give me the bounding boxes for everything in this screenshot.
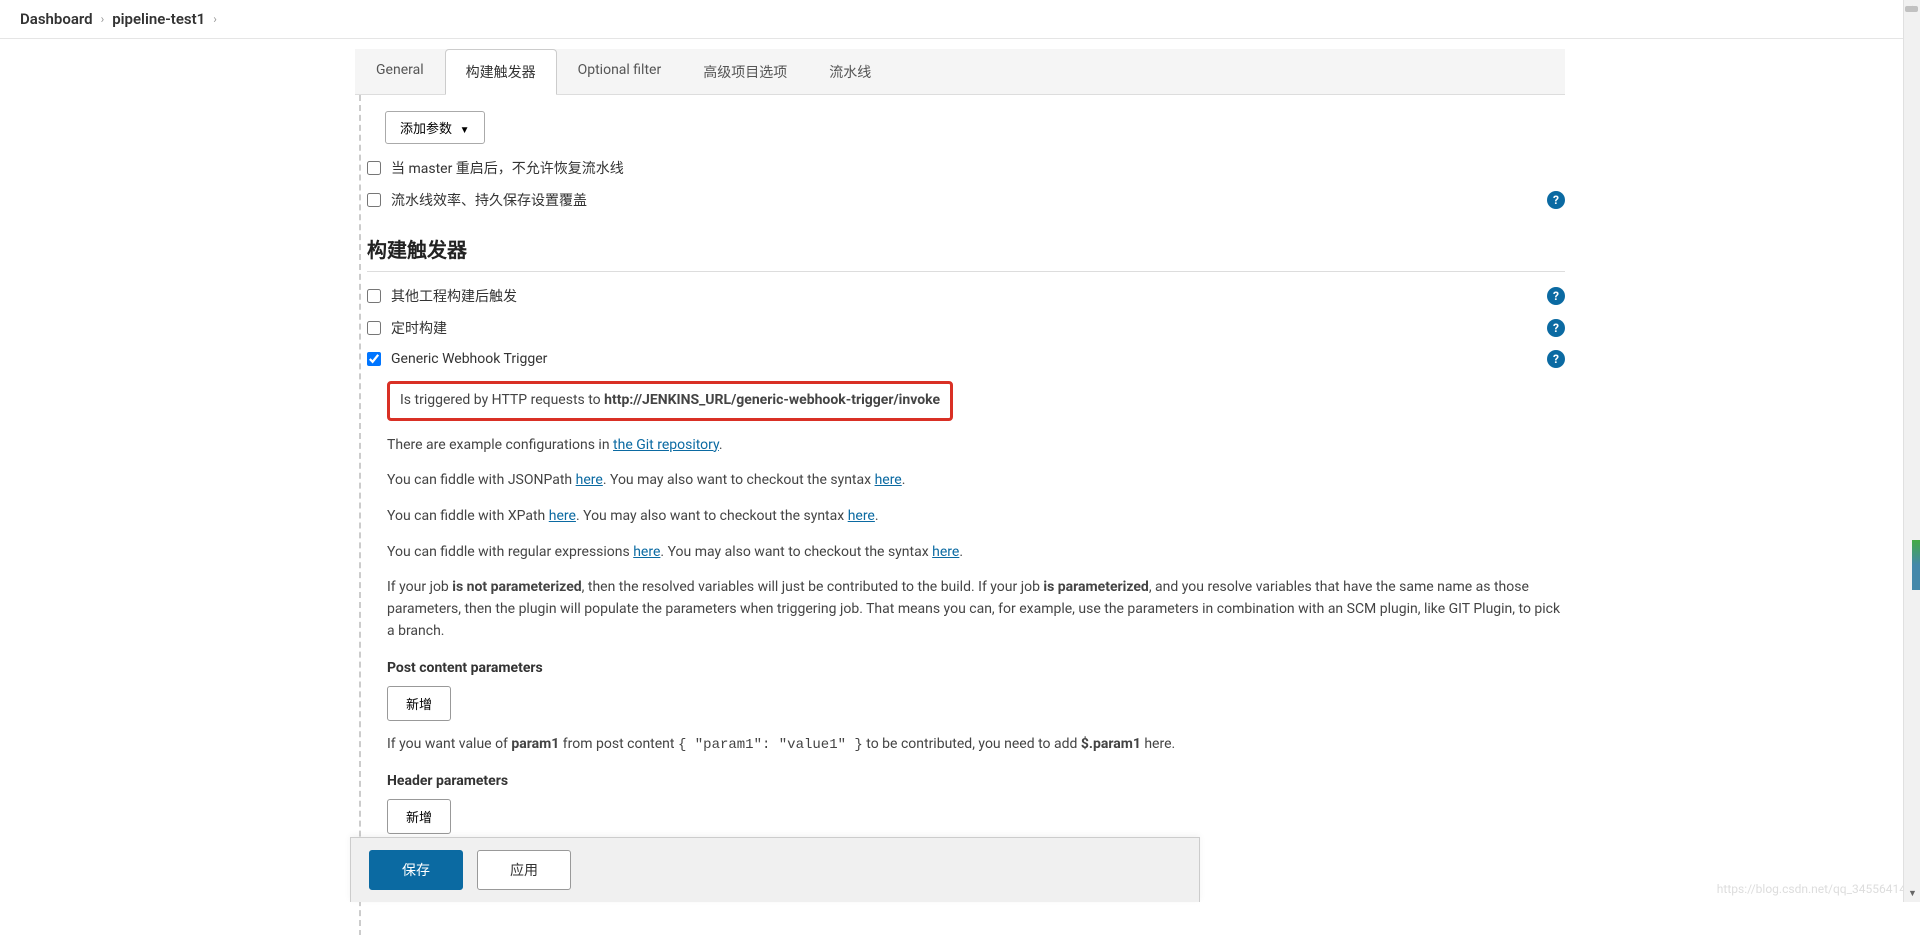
breadcrumb: Dashboard › pipeline-test1 › — [0, 0, 1920, 39]
section-triggers-title: 构建触发器 — [367, 216, 1565, 272]
regex-line: You can fiddle with regular expressions … — [387, 535, 1565, 571]
post-content-heading: Post content parameters — [387, 650, 1565, 680]
save-button[interactable]: 保存 — [369, 850, 463, 890]
help-icon[interactable]: ? — [1547, 191, 1565, 209]
link-regex-here1[interactable]: here — [633, 544, 660, 560]
link-jsonpath-here1[interactable]: here — [576, 472, 603, 488]
link-jsonpath-here2[interactable]: here — [875, 472, 902, 488]
footer-action-bar: 保存 应用 — [350, 837, 1200, 902]
parameterized-explanation: If your job is not parameterized, then t… — [387, 570, 1565, 649]
trigger-url-highlight: Is triggered by HTTP requests to http://… — [387, 381, 953, 421]
label-build-after: 其他工程构建后触发 — [391, 286, 517, 306]
trigger-url: http://JENKINS_URL/generic-webhook-trigg… — [604, 392, 940, 408]
xpath-line: You can fiddle with XPath here. You may … — [387, 499, 1565, 535]
label-efficiency: 流水线效率、持久保存设置覆盖 — [391, 190, 587, 210]
add-param-label: 添加参数 — [400, 121, 452, 136]
label-no-resume: 当 master 重启后，不允许恢复流水线 — [391, 158, 624, 178]
help-icon[interactable]: ? — [1547, 287, 1565, 305]
help-icon[interactable]: ? — [1547, 350, 1565, 368]
add-header-param-button[interactable]: 新增 — [387, 799, 451, 834]
scrollbar-thumb[interactable] — [1905, 6, 1918, 12]
tab-triggers[interactable]: 构建触发器 — [445, 49, 557, 95]
apply-button[interactable]: 应用 — [477, 850, 571, 890]
breadcrumb-root[interactable]: Dashboard — [20, 10, 93, 28]
checkbox-no-resume[interactable] — [367, 161, 381, 175]
scroll-down-icon[interactable]: ▼ — [1904, 885, 1920, 902]
main-container: General 构建触发器 Optional filter 高级项目选项 流水线… — [355, 49, 1565, 935]
breadcrumb-job[interactable]: pipeline-test1 — [112, 10, 205, 28]
tab-optional-filter[interactable]: Optional filter — [557, 49, 683, 94]
link-git-repo[interactable]: the Git repository — [613, 437, 719, 453]
link-xpath-here1[interactable]: here — [549, 508, 576, 524]
post-content-hint: If you want value of param1 from post co… — [387, 727, 1565, 764]
checkbox-build-after[interactable] — [367, 289, 381, 303]
help-icon[interactable]: ? — [1547, 319, 1565, 337]
chevron-right-icon: › — [101, 12, 105, 26]
label-generic-webhook: Generic Webhook Trigger — [391, 351, 547, 367]
add-param-button[interactable]: 添加参数 ▼ — [385, 111, 485, 144]
form-area: 添加参数 ▼ 当 master 重启后，不允许恢复流水线 流水线效率、持久保存设… — [359, 95, 1565, 935]
trigger-text-prefix: Is triggered by HTTP requests to — [400, 392, 604, 408]
jsonpath-line: You can fiddle with JSONPath here. You m… — [387, 463, 1565, 499]
header-params-heading: Header parameters — [387, 763, 1565, 793]
label-timed: 定时构建 — [391, 318, 447, 338]
tab-pipeline[interactable]: 流水线 — [808, 49, 892, 94]
checkbox-efficiency[interactable] — [367, 193, 381, 207]
tab-bar: General 构建触发器 Optional filter 高级项目选项 流水线 — [355, 49, 1565, 95]
watermark: https://blog.csdn.net/qq_34556414 — [1717, 882, 1906, 896]
checkbox-generic-webhook[interactable] — [367, 352, 381, 366]
link-xpath-here2[interactable]: here — [848, 508, 875, 524]
caret-down-icon: ▼ — [460, 125, 470, 136]
add-post-content-button[interactable]: 新增 — [387, 686, 451, 721]
side-indicator — [1912, 540, 1920, 590]
checkbox-timed[interactable] — [367, 321, 381, 335]
tab-general[interactable]: General — [355, 49, 445, 94]
scrollbar[interactable]: ▲ ▼ — [1903, 0, 1920, 902]
example-config-line: There are example configurations in the … — [387, 428, 1565, 464]
chevron-right-icon: › — [213, 12, 217, 26]
tab-advanced[interactable]: 高级项目选项 — [682, 49, 808, 94]
link-regex-here2[interactable]: here — [932, 544, 959, 560]
